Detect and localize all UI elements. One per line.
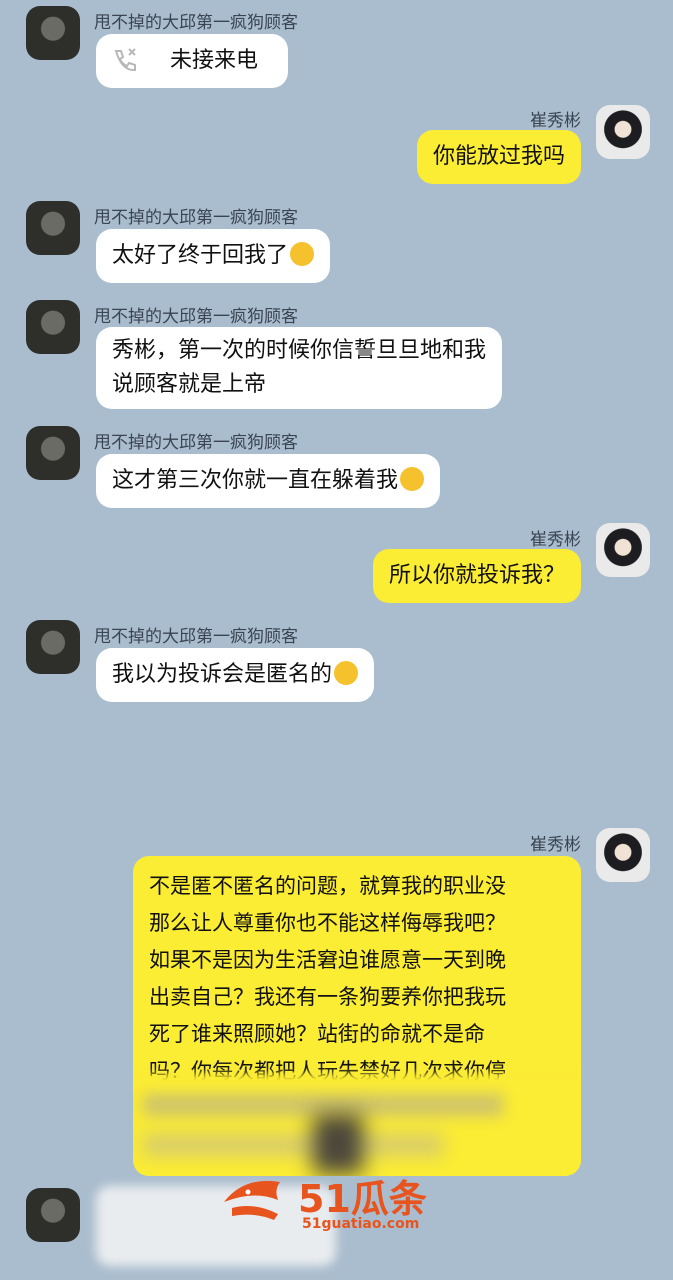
contact-avatar[interactable] <box>26 201 80 255</box>
message-text-line: 说顾客就是上帝 <box>112 372 267 397</box>
message-bubble[interactable]: 太好了终于回我了 <box>96 229 331 283</box>
sender-name: 甩不掉的大邱第一疯狗顾客 <box>94 627 298 647</box>
message-bubble-long[interactable]: 不是匿不匿名的问题，就算我的职业没 那么让人尊重你也不能这样侮辱我吧？ 如果不是… <box>133 856 581 1176</box>
watermark-logo: 51瓜条 51guatiao.com <box>218 1168 458 1238</box>
message-text: 你能放过我吗 <box>432 144 565 169</box>
sender-name: 甩不掉的大邱第一疯狗顾客 <box>94 433 298 453</box>
message-text: 我以为投诉会是匿名的 <box>112 662 333 687</box>
self-avatar[interactable] <box>596 523 650 577</box>
message-bubble[interactable]: 我以为投诉会是匿名的 <box>96 648 375 702</box>
message-text-line: 如果不是因为生活窘迫谁愿意一天到晚 <box>149 948 506 972</box>
message-text-line: 秀彬，第一次的时候你信誓旦旦地和我 <box>112 338 487 363</box>
message-text: 所以你就投诉我？ <box>388 563 565 588</box>
message-bubble[interactable]: 你能放过我吗 <box>416 130 581 184</box>
self-avatar[interactable] <box>596 828 650 882</box>
contact-avatar[interactable] <box>26 426 80 480</box>
message-bubble[interactable]: 所以你就投诉我？ <box>372 549 581 603</box>
missed-call-bubble[interactable]: 未接来电 <box>96 34 289 88</box>
message-text-line: 那么让人尊重你也不能这样侮辱我吧？ <box>149 911 506 935</box>
watermark-brand: 51瓜条 <box>298 1177 427 1221</box>
sender-name: 甩不掉的大邱第一疯狗顾客 <box>94 13 298 33</box>
censor-blur-overlay <box>133 1074 581 1176</box>
message-bubble[interactable]: 这才第三次你就一直在躲着我 <box>96 454 441 508</box>
watermark-url: 51guatiao.com <box>302 1216 420 1232</box>
message-text: 太好了终于回我了 <box>112 243 289 268</box>
sender-name: 崔秀彬 <box>530 111 581 131</box>
contact-avatar[interactable] <box>26 1188 80 1242</box>
self-avatar[interactable] <box>596 105 650 159</box>
sender-name: 崔秀彬 <box>530 530 581 550</box>
sender-name: 崔秀彬 <box>530 835 581 855</box>
missed-call-label: 未接来电 <box>170 48 259 73</box>
message-text-line: 出卖自己？我还有一条狗要养你把我玩 <box>149 985 506 1009</box>
message-text-line: 不是匿不匿名的问题，就算我的职业没 <box>149 874 506 898</box>
contact-avatar[interactable] <box>26 6 80 60</box>
contact-avatar[interactable] <box>26 300 80 354</box>
message-bubble[interactable]: 秀彬，第一次的时候你信誓旦旦地和我 说顾客就是上帝 <box>96 327 503 409</box>
message-text-line: 死了谁来照顾她？站街的命就不是命 <box>149 1022 485 1046</box>
loudly-crying-emoji-icon <box>290 242 315 266</box>
persevering-emoji-icon <box>334 661 359 685</box>
message-text: 这才第三次你就一直在躲着我 <box>112 468 399 493</box>
phone-missed-icon <box>108 45 140 77</box>
sender-name: 甩不掉的大邱第一疯狗顾客 <box>94 208 298 228</box>
sender-name: 甩不掉的大邱第一疯狗顾客 <box>94 307 298 327</box>
contact-avatar[interactable] <box>26 620 80 674</box>
pleading-emoji-icon <box>400 467 425 491</box>
